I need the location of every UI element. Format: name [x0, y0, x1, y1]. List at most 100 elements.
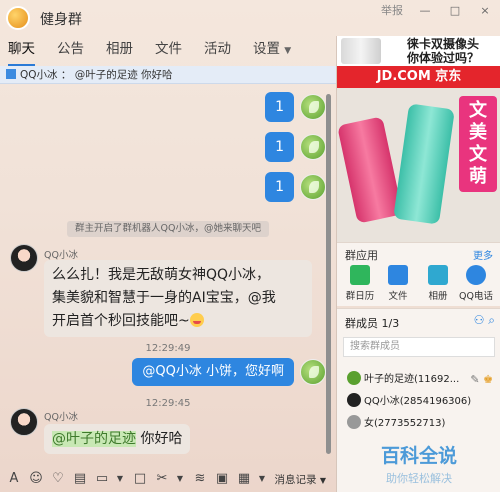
app-files[interactable]: 文件	[379, 265, 417, 302]
bot-sender-name: QQ小冰	[44, 412, 78, 423]
tab-chat[interactable]: 聊天	[8, 36, 35, 66]
bot-message-line: 开启首个秒回技能吧~	[52, 313, 190, 329]
avatar	[347, 393, 361, 407]
image-icon	[428, 265, 448, 285]
bot-message-line: 么么扎！我是无敌萌女神QQ小冰，	[52, 267, 271, 283]
ad-text: 徕卡双摄像头 你体验过吗？	[407, 37, 479, 65]
app-calendar[interactable]: 群日历	[341, 265, 379, 302]
owner-icon: ♚	[483, 373, 493, 386]
tab-notice[interactable]: 公告	[57, 36, 84, 64]
group-apps: 群应用 更多 群日历 文件 相册 QQ电话	[337, 242, 500, 306]
bot-avatar[interactable]	[10, 408, 38, 436]
search-icon[interactable]: ⌕	[488, 313, 495, 327]
tab-files[interactable]: 文件	[155, 36, 182, 64]
slogan-char: 美	[469, 122, 487, 143]
my-message-bubble[interactable]: 1	[265, 92, 294, 122]
bot-reply-bubble[interactable]: @叶子的足迹 你好哈	[44, 424, 191, 454]
mention-tag[interactable]: @叶子的足迹	[52, 431, 136, 447]
app-label: 相册	[428, 291, 448, 302]
jd-ad[interactable]: JD.COM 京东 文 美 文 萌	[337, 66, 500, 242]
title-bar: 健身群 举报 — □ ×	[0, 0, 500, 36]
app-qq-call[interactable]: QQ电话	[457, 265, 495, 302]
emoji-icon[interactable]: ☺	[26, 469, 46, 489]
report-button[interactable]: 举报	[374, 0, 410, 22]
chevron-down-icon[interactable]: ▼	[256, 469, 268, 489]
bot-message-line: 集美貌和智慧于一身的AI宝宝，@我	[52, 290, 276, 306]
app-album[interactable]: 相册	[419, 265, 457, 302]
close-icon[interactable]: ×	[470, 0, 500, 22]
minimize-icon[interactable]: —	[410, 0, 440, 22]
slogan-char: 文	[469, 100, 487, 121]
jd-logo: JD.COM 京东	[337, 66, 500, 88]
phone-image	[341, 38, 381, 64]
chat-scrollbar[interactable]	[326, 94, 331, 454]
group-avatar[interactable]	[6, 6, 30, 30]
chevron-down-icon[interactable]: ▼	[174, 469, 186, 489]
chevron-down-icon: ▼	[319, 476, 326, 485]
calendar-icon	[350, 265, 370, 285]
notice-bar[interactable]: QQ小冰 ： @叶子的足迹 你好哈	[0, 66, 336, 84]
notice-text: QQ小冰 ： @叶子的足迹 你好哈	[20, 69, 173, 81]
mint-bottle-image	[393, 103, 455, 225]
group-apps-more-link[interactable]: 更多	[473, 247, 493, 262]
window-controls: 举报 — □ ×	[374, 0, 500, 22]
member-name: QQ小冰(2854196306)	[364, 396, 472, 407]
member-item[interactable]: 叶子的足迹(11692... ✎ ♚	[347, 371, 497, 389]
system-message: 群主开启了群机器人QQ小冰，@她来聊天吧	[67, 221, 269, 237]
app-label: 群日历	[345, 291, 375, 302]
message-record-button[interactable]: 消息记录 ▼	[275, 472, 327, 487]
phone-ad[interactable]: 徕卡双摄像头 你体验过吗？	[337, 36, 500, 66]
member-name: 叶子的足迹(11692...	[364, 374, 460, 385]
edit-icon[interactable]: ✎	[470, 373, 479, 386]
tab-activity[interactable]: 活动	[204, 36, 231, 64]
tab-settings[interactable]: 设置 ▼	[253, 36, 291, 64]
right-panel: 徕卡双摄像头 你体验过吗？ JD.COM 京东 文 美 文 萌 群应用 更多 群…	[336, 36, 500, 492]
my-avatar[interactable]	[300, 174, 326, 200]
my-message-bubble[interactable]: @QQ小冰 小饼，您好啊	[132, 358, 294, 386]
screenshot-icon[interactable]: ✂	[152, 469, 172, 489]
chat-area: 1 1 1 群主开启了群机器人QQ小冰，@她来聊天吧 QQ小冰 么么扎！我是无敌…	[0, 84, 336, 466]
member-panel-actions: ⚇ ⌕	[474, 313, 495, 328]
red-packet-icon[interactable]: ▣	[212, 469, 232, 489]
more-icon[interactable]: ▦	[234, 469, 254, 489]
watermark: 百科全说 助你轻松解决	[345, 441, 493, 489]
pink-bottle-image	[337, 116, 403, 224]
font-icon[interactable]: A	[4, 469, 24, 489]
app-label: 文件	[388, 291, 408, 302]
message-record-label: 消息记录	[274, 474, 317, 486]
avatar	[347, 371, 361, 385]
maximize-icon[interactable]: □	[440, 0, 470, 22]
slogan-char: 文	[469, 144, 487, 165]
gif-icon[interactable]: ▤	[70, 469, 90, 489]
my-avatar[interactable]	[300, 134, 326, 160]
slogan-char: 萌	[469, 166, 487, 187]
image-icon[interactable]: ▭	[92, 469, 112, 489]
member-name: 女(2773552713)	[364, 418, 446, 429]
watermark-title: 百科全说	[380, 445, 457, 467]
my-avatar[interactable]	[300, 94, 326, 120]
message-time: 12:29:45	[145, 398, 191, 409]
tab-settings-label: 设置	[253, 41, 280, 57]
member-item[interactable]: 女(2773552713)	[347, 415, 497, 433]
chevron-down-icon[interactable]: ▼	[114, 469, 126, 489]
vip-emoji-icon[interactable]: ♡	[48, 469, 68, 489]
my-avatar[interactable]	[300, 359, 326, 385]
ad-line-1: 徕卡双摄像头	[407, 37, 480, 51]
my-message-bubble[interactable]: 1	[265, 172, 294, 202]
add-member-icon[interactable]: ⚇	[474, 313, 485, 327]
member-search-input[interactable]: 搜索群成员	[343, 337, 495, 357]
shake-icon[interactable]: ≋	[190, 469, 210, 489]
my-message-bubble[interactable]: 1	[265, 132, 294, 162]
group-tabs: 聊天 公告 相册 文件 活动 设置 ▼	[0, 36, 336, 66]
ad-line-2: 你体验过吗？	[407, 51, 480, 65]
speaker-icon	[6, 69, 16, 79]
kiss-emoji-icon	[189, 313, 204, 327]
bot-message-bubble[interactable]: 么么扎！我是无敌萌女神QQ小冰， 集美貌和智慧于一身的AI宝宝，@我 开启首个秒…	[44, 260, 312, 337]
ad-slogan: 文 美 文 萌	[459, 96, 497, 192]
member-item[interactable]: QQ小冰(2854196306)	[347, 393, 497, 411]
bot-avatar[interactable]	[10, 244, 38, 272]
member-panel: 群成员 1/3 ⚇ ⌕ 搜索群成员 叶子的足迹(11692... ✎ ♚ QQ小…	[337, 308, 500, 492]
folder-icon[interactable]: □	[130, 469, 150, 489]
chevron-down-icon: ▼	[284, 46, 292, 56]
tab-album[interactable]: 相册	[106, 36, 133, 64]
